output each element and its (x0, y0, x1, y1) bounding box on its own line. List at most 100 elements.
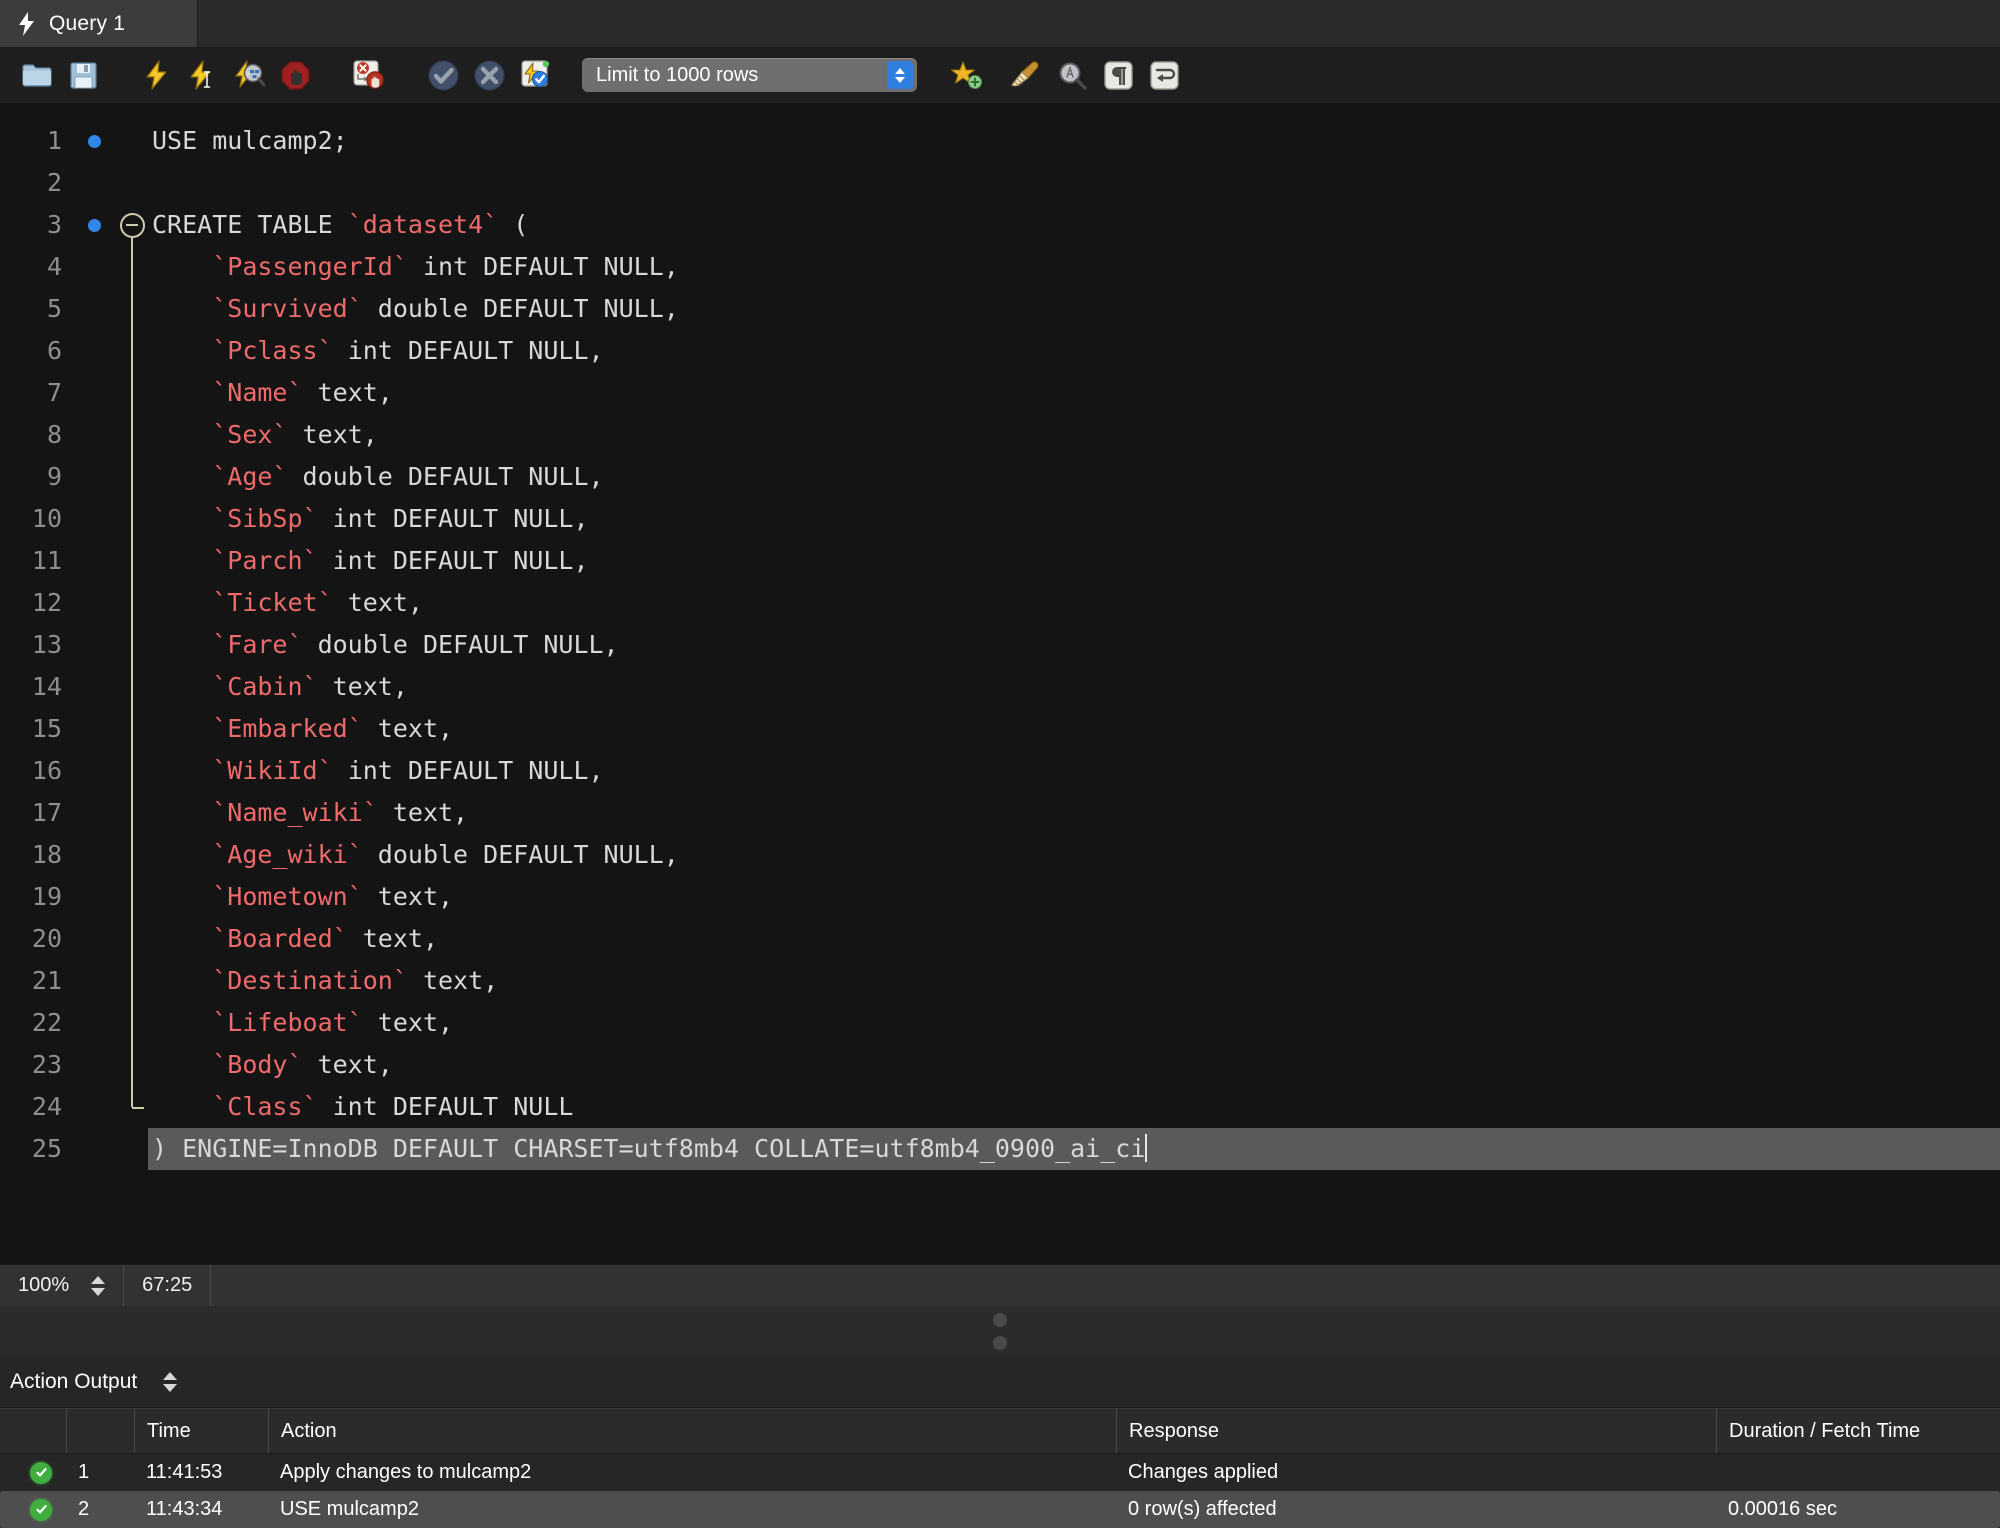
toggle-word-wrap-button[interactable] (1141, 53, 1187, 97)
statement-marker-dot-icon[interactable] (72, 204, 116, 246)
zoom-level-label: 100% (18, 1274, 70, 1296)
row-response-cell: 0 row(s) affected (1128, 1498, 1277, 1520)
sql-keyword (152, 378, 212, 407)
code-line[interactable]: `Age` double DEFAULT NULL, (148, 456, 2000, 498)
code-line[interactable]: `Survived` double DEFAULT NULL, (148, 288, 2000, 330)
sql-keyword: text, (302, 1050, 393, 1079)
marker-slot (72, 540, 116, 582)
code-line[interactable] (148, 162, 2000, 204)
code-line[interactable]: `Class` int DEFAULT NULL (148, 1086, 2000, 1128)
sql-identifier: `Cabin` (212, 672, 318, 701)
stop-execution-button[interactable] (272, 53, 318, 97)
line-number-gutter: 1 2 3 4 5 6 7 8 9 10 11 12 13 14 15 16 17 18 19 20 21 22 23 24 2… (0, 104, 72, 1264)
sql-keyword: int DEFAULT NULL, (332, 756, 604, 785)
grip-dot-icon (993, 1312, 1007, 1327)
column-header-index[interactable] (66, 1409, 134, 1453)
output-row[interactable]: 2 11:43:34 USE mulcamp2 0 row(s) affected 0.… (0, 1491, 2000, 1528)
marker-slot (72, 876, 116, 918)
code-line[interactable]: USE mulcamp2; (148, 120, 2000, 162)
marker-slot (72, 750, 116, 792)
sql-identifier: `Sex` (212, 420, 288, 449)
sql-identifier: `Survived` (212, 294, 363, 323)
code-line[interactable]: `SibSp` int DEFAULT NULL, (148, 498, 2000, 540)
code-line[interactable]: `PassengerId` int DEFAULT NULL, (148, 246, 2000, 288)
find-button[interactable] (1049, 53, 1095, 97)
code-line[interactable]: `Sex` text, (148, 414, 2000, 456)
sql-keyword: CREATE TABLE (152, 210, 348, 239)
column-header-status[interactable] (0, 1409, 66, 1453)
code-folding-gutter[interactable] (116, 104, 148, 1264)
code-line[interactable]: `Pclass` int DEFAULT NULL, (148, 330, 2000, 372)
execute-statement-button[interactable] (134, 53, 180, 97)
zoom-stepper-icon[interactable] (91, 1275, 106, 1296)
code-line[interactable]: `Ticket` text, (148, 582, 2000, 624)
code-line[interactable]: CREATE TABLE `dataset4` ( (148, 204, 2000, 246)
toggle-invisible-chars-button[interactable] (1095, 53, 1141, 97)
save-snippet-button[interactable] (943, 53, 989, 97)
column-header-action[interactable]: Action (268, 1409, 1116, 1453)
success-check-icon (30, 1461, 52, 1484)
commit-button[interactable] (420, 53, 466, 97)
fold-range-line (131, 237, 133, 1107)
toggle-autocommit-button[interactable] (512, 53, 558, 97)
marker-slot (72, 456, 116, 498)
row-status-cell (0, 1491, 66, 1528)
sql-keyword: text, (332, 588, 423, 617)
column-header-time[interactable]: Time (134, 1409, 268, 1453)
sql-keyword: text, (362, 1008, 454, 1037)
toggle-stop-on-error-button[interactable] (346, 53, 392, 97)
row-time-cell: 11:41:53 (146, 1461, 223, 1483)
sql-keyword (152, 882, 212, 911)
code-line[interactable]: `Cabin` text, (148, 666, 2000, 708)
code-line[interactable]: `Embarked` text, (148, 708, 2000, 750)
beautify-query-button[interactable] (1003, 53, 1049, 97)
sql-keyword (152, 840, 212, 869)
marker-slot (72, 1086, 116, 1128)
zoom-control[interactable]: 100% (0, 1264, 125, 1307)
code-line[interactable]: `Fare` double DEFAULT NULL, (148, 624, 2000, 666)
marker-slot (72, 624, 116, 666)
code-line[interactable]: `Lifeboat` text, (148, 1002, 2000, 1044)
code-line[interactable]: `Hometown` text, (148, 876, 2000, 918)
code-line[interactable]: `Parch` int DEFAULT NULL, (148, 540, 2000, 582)
rollback-button[interactable] (466, 53, 512, 97)
sql-editor-toolbar: Limit to 1000 rows (0, 47, 2000, 104)
sql-code-editor[interactable]: 1 2 3 4 5 6 7 8 9 10 11 12 13 14 15 16 17 18 19 20 21 22 23 24 2… (0, 104, 2000, 1264)
code-line[interactable]: ) ENGINE=InnoDB DEFAULT CHARSET=utf8mb4 … (148, 1128, 2000, 1170)
execute-current-statement-button[interactable] (180, 53, 226, 97)
sql-keyword (152, 1050, 212, 1079)
code-line[interactable]: `Body` text, (148, 1044, 2000, 1086)
sql-keyword: double DEFAULT NULL, (302, 630, 619, 659)
editor-status-bar: 100% 67:25 (0, 1264, 2000, 1307)
code-line[interactable]: `Name_wiki` text, (148, 792, 2000, 834)
code-line[interactable]: `WikiId` int DEFAULT NULL, (148, 750, 2000, 792)
line-number: 16 (31, 756, 62, 785)
column-header-response[interactable]: Response (1116, 1409, 1716, 1453)
line-number: 22 (31, 1008, 62, 1037)
panel-splitter-handle[interactable] (0, 1306, 2000, 1356)
sql-keyword: text, (317, 672, 408, 701)
row-limit-select[interactable]: Limit to 1000 rows (582, 58, 917, 92)
open-sql-script-button[interactable] (14, 53, 60, 97)
output-row[interactable]: 1 11:41:53 Apply changes to mulcamp2 Change… (0, 1454, 2000, 1491)
grip-dot-icon (993, 1335, 1007, 1350)
column-header-duration[interactable]: Duration / Fetch Time (1716, 1409, 2000, 1453)
sql-identifier: `PassengerId` (212, 252, 408, 281)
chevron-updown-icon[interactable] (887, 61, 913, 89)
code-text-area[interactable]: USE mulcamp2; CREATE TABLE `dataset4` ( `… (148, 104, 2000, 1264)
output-type-select[interactable] (163, 1371, 178, 1392)
explain-statement-button[interactable] (226, 53, 272, 97)
sql-keyword: int DEFAULT NULL, (332, 336, 604, 365)
breakpoint-marker-gutter[interactable] (72, 104, 116, 1264)
marker-slot (72, 960, 116, 1002)
code-line[interactable]: `Boarded` text, (148, 918, 2000, 960)
statement-marker-dot-icon[interactable] (72, 120, 116, 162)
code-line[interactable]: `Age_wiki` double DEFAULT NULL, (148, 834, 2000, 876)
fold-minus-icon[interactable] (119, 212, 145, 238)
save-sql-script-button[interactable] (60, 53, 106, 97)
line-number: 6 (46, 336, 62, 365)
code-line[interactable]: `Destination` text, (148, 960, 2000, 1002)
line-number: 8 (46, 420, 62, 449)
code-line[interactable]: `Name` text, (148, 372, 2000, 414)
tab-query-1[interactable]: Query 1 (0, 0, 197, 47)
